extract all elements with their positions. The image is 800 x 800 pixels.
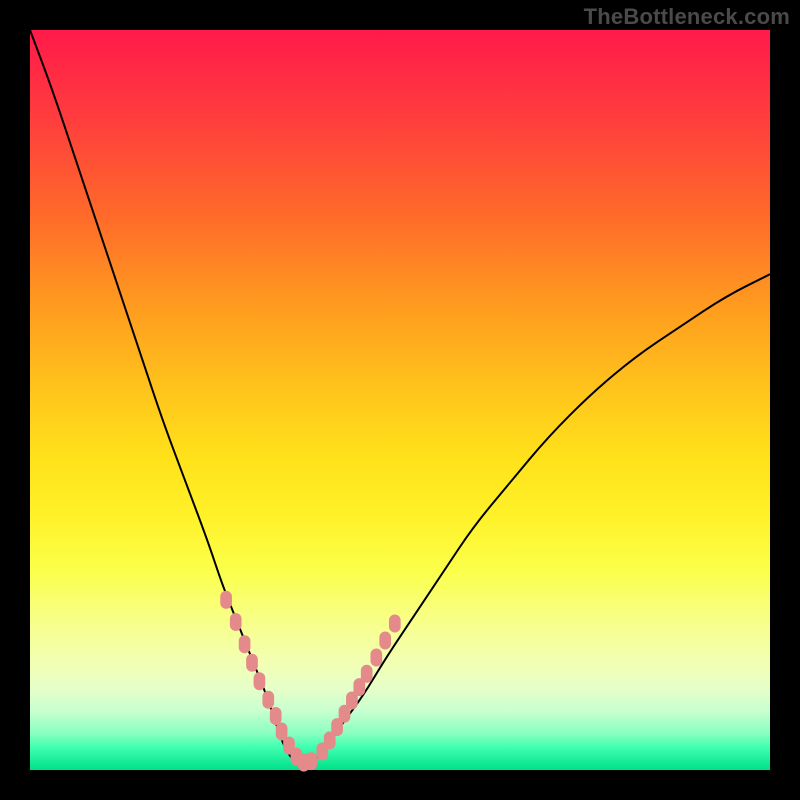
watermark-text: TheBottleneck.com [584, 4, 790, 30]
chart-stage: TheBottleneck.com [0, 0, 800, 800]
curve-layer [0, 0, 800, 800]
curve-marker [370, 649, 382, 667]
curve-marker [230, 613, 242, 631]
marker-group [220, 591, 400, 772]
curve-marker [246, 654, 258, 672]
curve-marker [379, 632, 391, 650]
curve-marker [305, 752, 317, 770]
bottleneck-curve [30, 30, 770, 768]
curve-marker [270, 707, 282, 725]
curve-marker [220, 591, 232, 609]
curve-marker [389, 614, 401, 632]
curve-marker [361, 665, 373, 683]
curve-marker [239, 635, 251, 653]
curve-marker [254, 672, 266, 690]
curve-marker [262, 691, 274, 709]
